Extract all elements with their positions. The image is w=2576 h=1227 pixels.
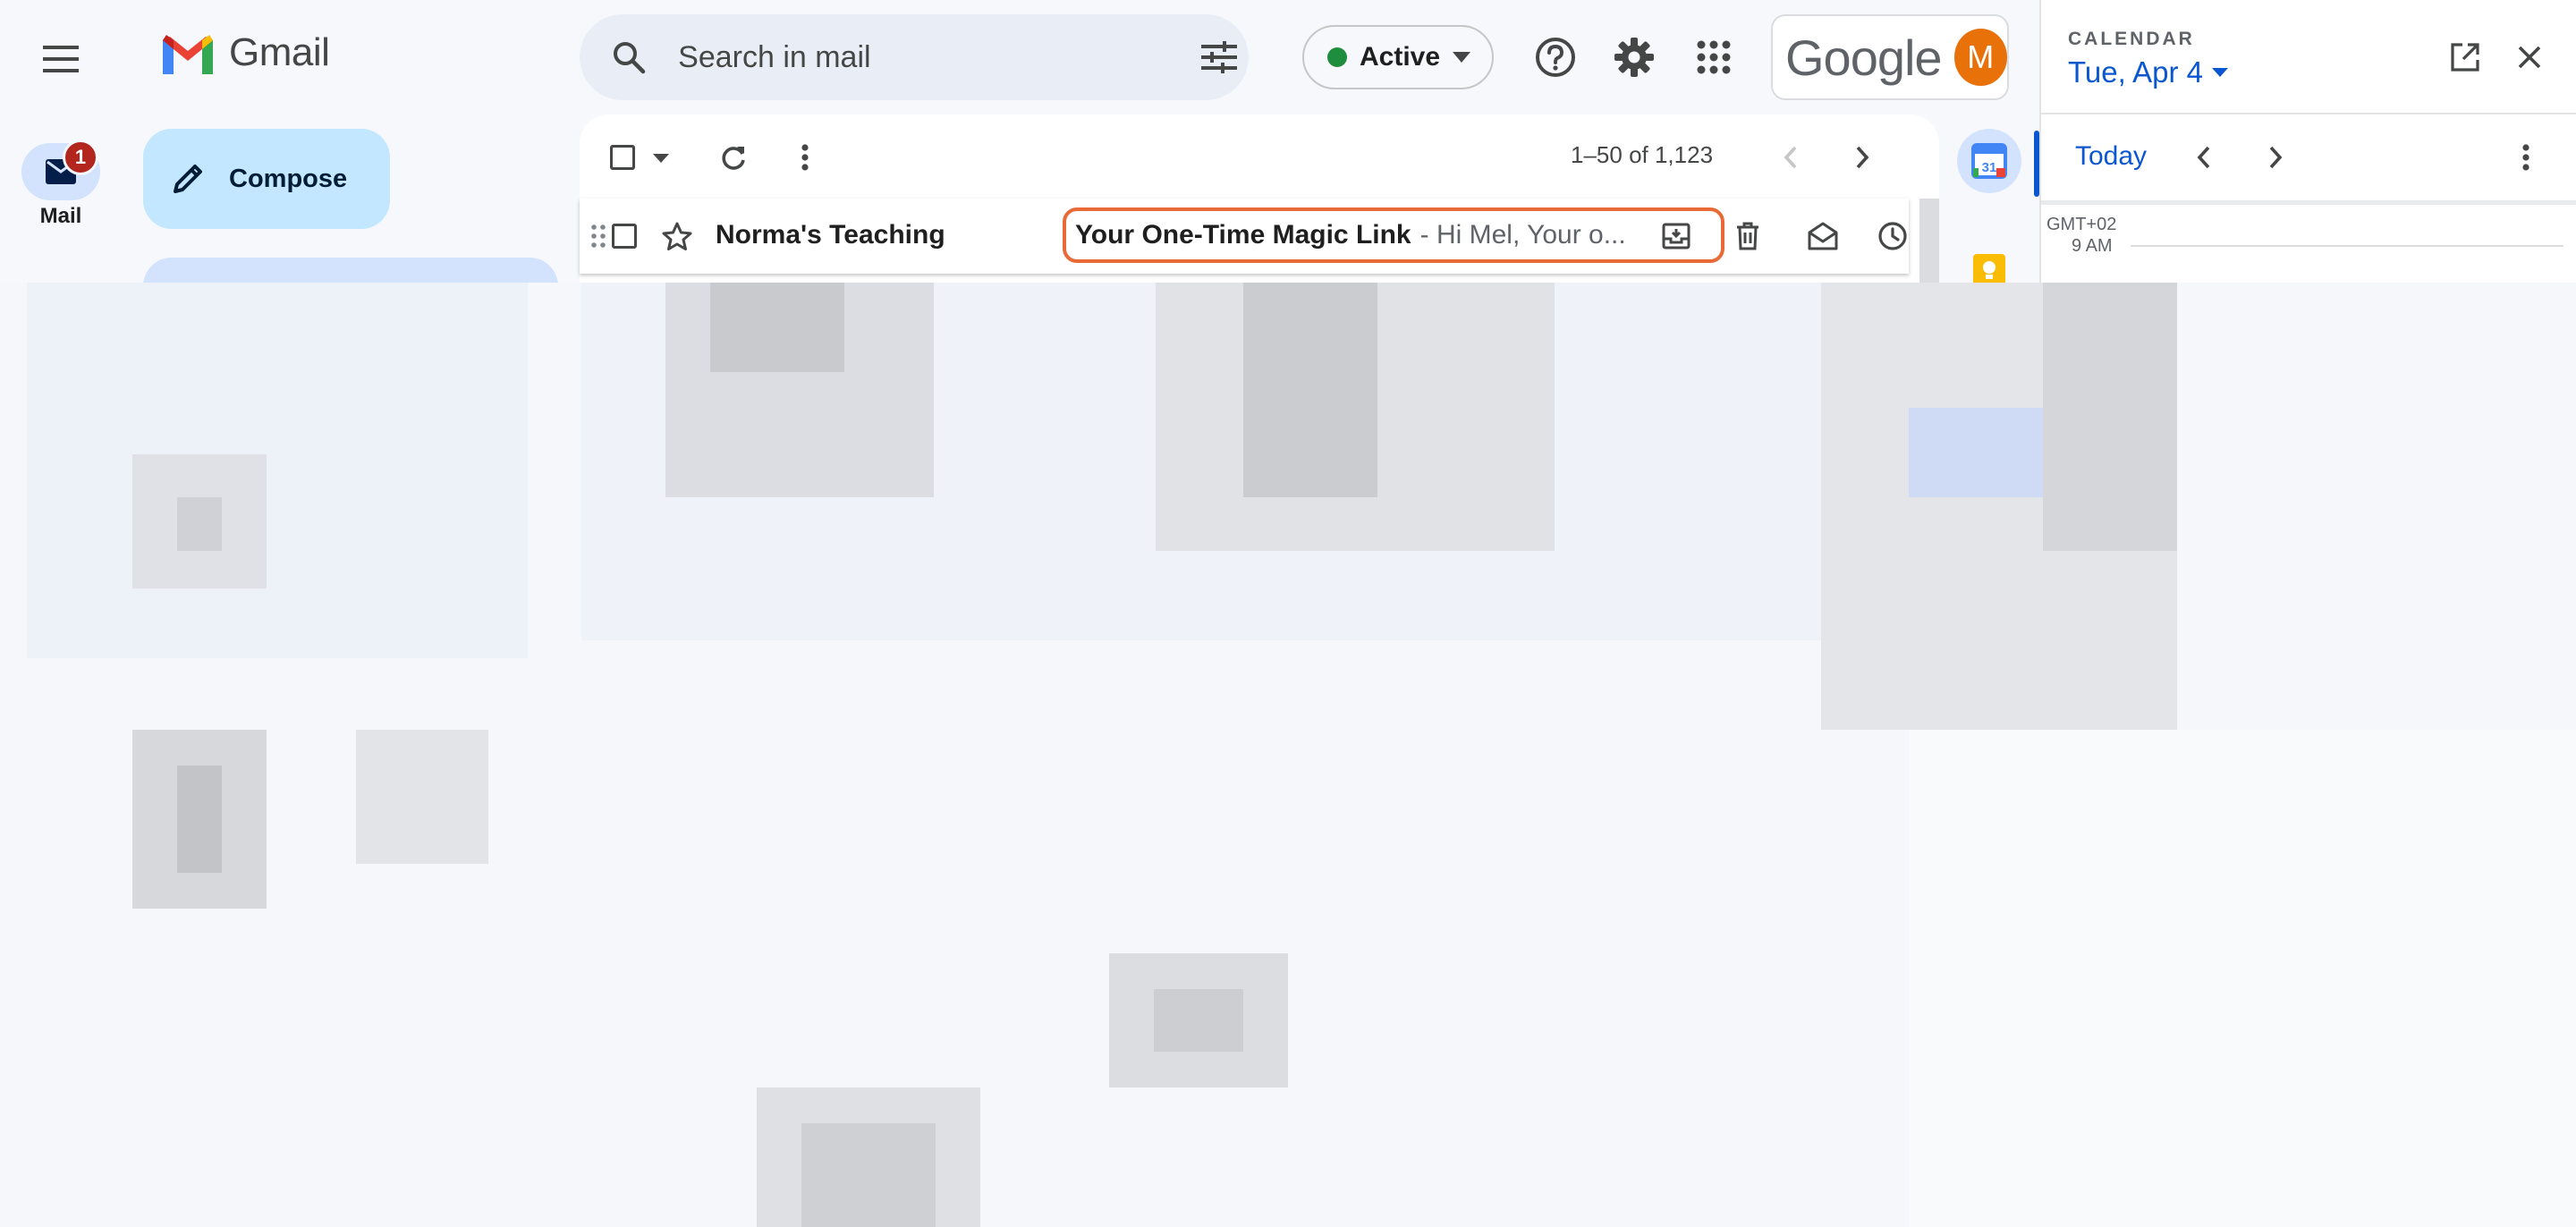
calendar-icon: 31 xyxy=(1971,143,2007,179)
status-label: Active xyxy=(1360,42,1441,72)
more-actions-button[interactable] xyxy=(773,125,837,190)
select-all-checkbox[interactable] xyxy=(610,145,635,170)
google-wordmark: Google xyxy=(1785,29,1943,86)
calendar-hour-label: 9 AM xyxy=(2072,236,2113,256)
more-vert-icon xyxy=(801,144,809,171)
calendar-prev-button[interactable] xyxy=(2172,125,2236,190)
avatar: M xyxy=(1953,29,2007,86)
gmail-logo[interactable]: Gmail xyxy=(159,30,330,75)
refresh-button[interactable] xyxy=(701,125,766,190)
close-icon xyxy=(2518,46,2541,69)
today-button[interactable]: Today xyxy=(2075,141,2147,172)
calendar-timezone: GMT+02 xyxy=(2046,215,2117,234)
account-button[interactable]: Google M xyxy=(1771,14,2009,100)
calendar-addon-indicator xyxy=(2034,131,2039,197)
search-options-button[interactable] xyxy=(1190,25,1249,89)
help-button[interactable] xyxy=(1523,25,1588,89)
newer-page-button[interactable] xyxy=(1758,125,1823,190)
calendar-icon-date: 31 xyxy=(1982,160,1997,175)
snooze-icon xyxy=(1878,222,1907,250)
pencil-icon xyxy=(174,165,202,193)
calendar-date: Tue, Apr 4 xyxy=(2068,55,2204,89)
mail-unread-badge: 1 xyxy=(63,140,98,175)
calendar-next-button[interactable] xyxy=(2243,125,2308,190)
calendar-addon-button[interactable]: 31 xyxy=(1957,129,2021,193)
apps-icon xyxy=(1697,40,1731,74)
mark-read-button[interactable] xyxy=(1791,204,1855,268)
settings-button[interactable] xyxy=(1602,25,1666,89)
list-toolbar xyxy=(580,120,1939,195)
open-new-icon xyxy=(2451,43,2479,72)
status-dot xyxy=(1327,47,1347,67)
email-subject-highlight[interactable]: Your One-Time Magic Link - Hi Mel, Your … xyxy=(1063,207,1724,263)
older-page-button[interactable] xyxy=(1830,125,1894,190)
chevron-left-icon xyxy=(2197,146,2210,169)
apps-button[interactable] xyxy=(1682,25,1746,89)
snooze-button[interactable] xyxy=(1860,204,1925,268)
obscured-region xyxy=(0,283,2576,1227)
chevron-down-icon xyxy=(1453,52,1471,63)
gear-icon xyxy=(1614,38,1654,77)
chevron-right-icon xyxy=(1856,146,1869,169)
compose-button[interactable]: Compose xyxy=(143,129,390,229)
search-icon xyxy=(614,42,646,74)
main-menu-button[interactable] xyxy=(25,23,97,95)
compose-label: Compose xyxy=(229,164,348,193)
row-checkbox[interactable] xyxy=(612,224,637,249)
more-vert-icon xyxy=(2522,144,2529,171)
menu-icon xyxy=(43,46,79,72)
calendar-divider xyxy=(2041,113,2576,114)
chevron-left-icon xyxy=(1784,146,1797,169)
refresh-icon xyxy=(722,147,745,170)
rail-mail-label: Mail xyxy=(39,204,82,228)
calendar-date-selector[interactable]: Tue, Apr 4 xyxy=(2068,55,2229,89)
filter-icon xyxy=(1200,41,1237,73)
email-sender: Norma's Teaching xyxy=(716,220,945,250)
app-name: Gmail xyxy=(229,30,330,74)
pagination-info: 1–50 of 1,123 xyxy=(1571,141,1714,168)
chevron-right-icon xyxy=(2269,146,2283,169)
gmail-logo-icon xyxy=(163,35,213,74)
search-input[interactable] xyxy=(676,38,1107,76)
chevron-down-icon xyxy=(2212,68,2229,77)
close-panel-button[interactable] xyxy=(2497,25,2562,89)
trash-icon xyxy=(1737,222,1758,250)
chevron-down-icon[interactable] xyxy=(653,154,669,163)
mark-read-icon xyxy=(1808,222,1838,250)
star-icon[interactable] xyxy=(662,222,692,250)
calendar-panel-title: CALENDAR xyxy=(2068,29,2195,49)
drag-handle-icon[interactable] xyxy=(590,224,606,249)
search-button[interactable] xyxy=(599,25,658,89)
status-selector[interactable]: Active xyxy=(1302,25,1494,89)
open-calendar-button[interactable] xyxy=(2433,25,2497,89)
delete-button[interactable] xyxy=(1716,204,1780,268)
help-icon xyxy=(1536,38,1575,77)
calendar-header-shadow xyxy=(2041,200,2576,205)
search-bar[interactable] xyxy=(580,14,1249,100)
calendar-hour-line xyxy=(2131,245,2563,247)
email-snippet: - Hi Mel, Your o... xyxy=(1419,220,1626,250)
calendar-more-button[interactable] xyxy=(2494,125,2558,190)
email-subject: Your One-Time Magic Link xyxy=(1075,220,1411,250)
